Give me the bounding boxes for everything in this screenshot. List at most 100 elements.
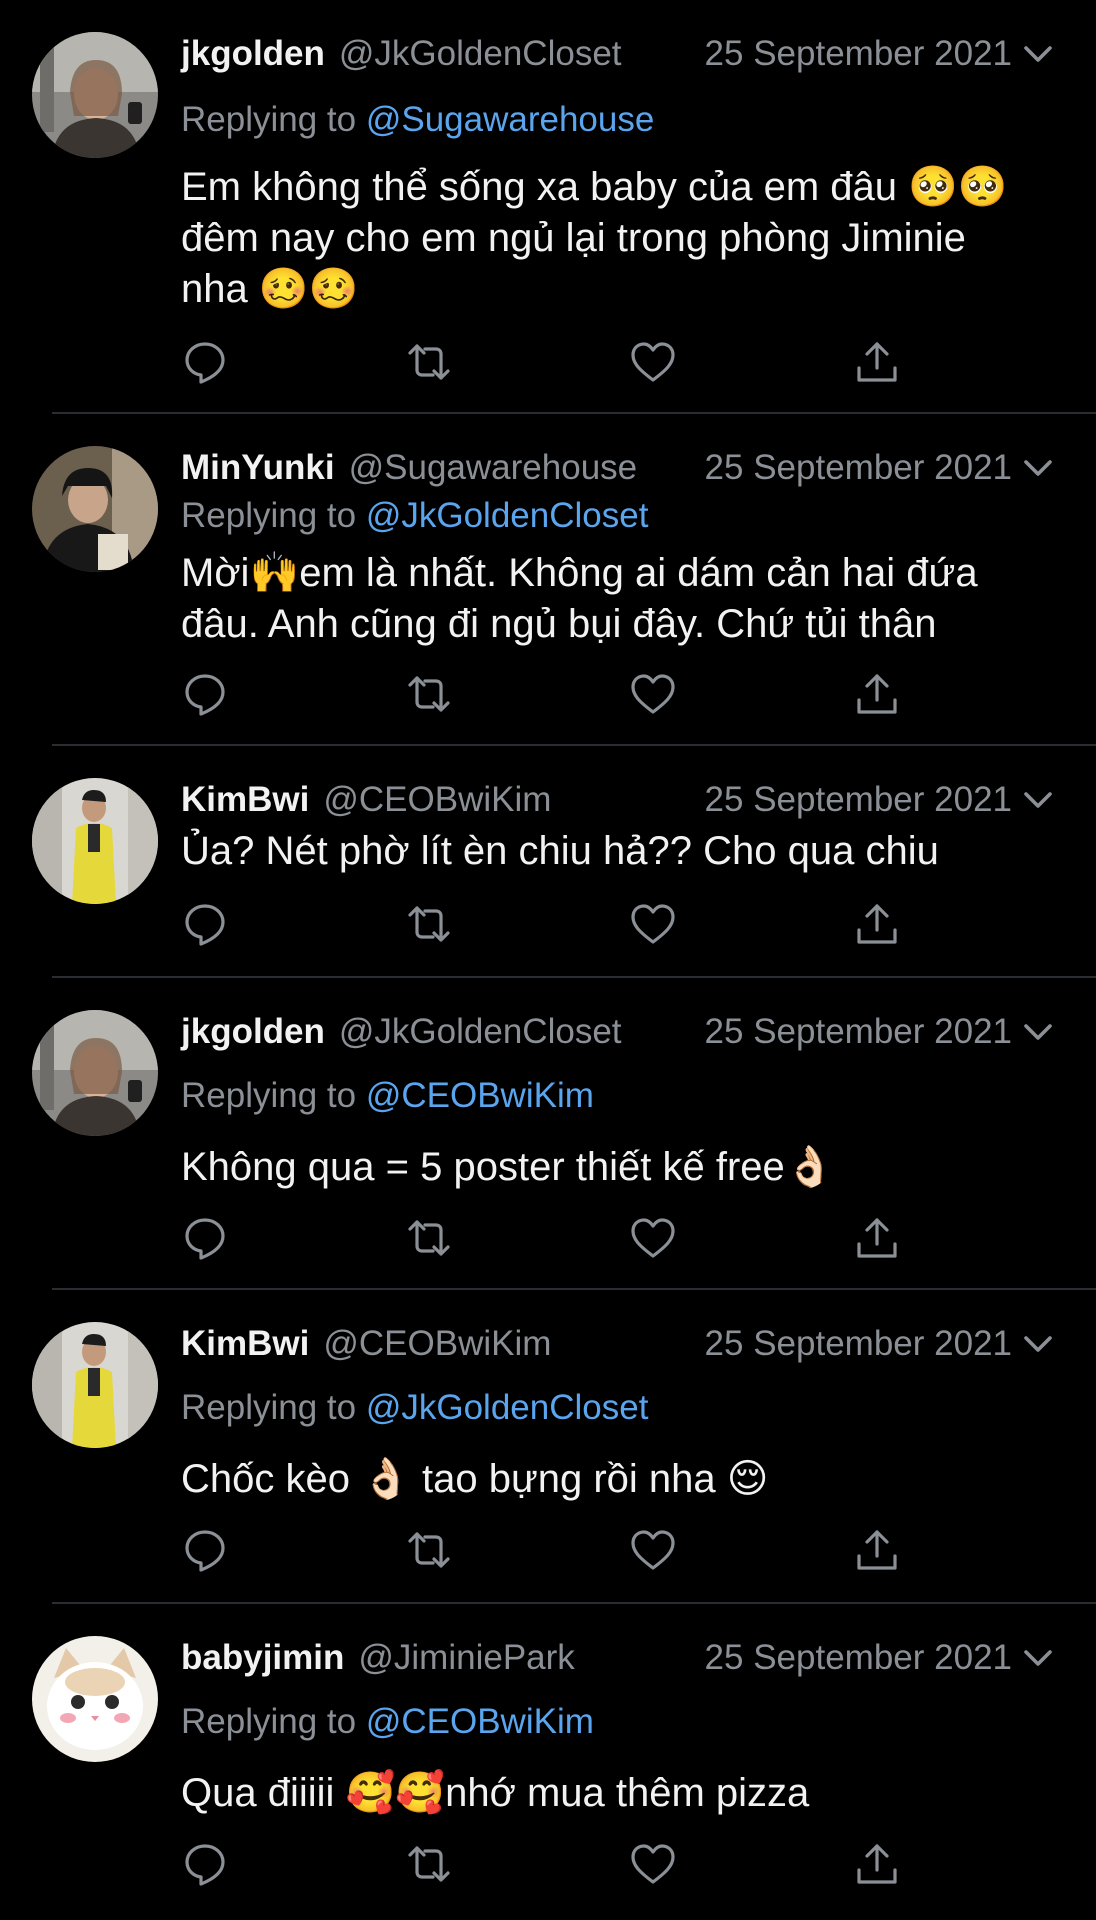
display-name[interactable]: jkgolden <box>181 34 325 74</box>
tweet-date[interactable]: 25 September 2021 <box>705 780 1012 820</box>
like-button[interactable] <box>629 900 677 948</box>
reply-icon <box>185 904 225 946</box>
share-icon <box>857 1844 897 1884</box>
share-button[interactable] <box>853 900 901 948</box>
mention-link[interactable]: @Sugawarehouse <box>366 100 655 139</box>
like-button[interactable] <box>629 1214 677 1262</box>
share-button[interactable] <box>853 1526 901 1574</box>
share-button[interactable] <box>853 338 901 386</box>
like-icon <box>631 904 675 944</box>
tweet-date[interactable]: 25 September 2021 <box>705 1012 1012 1052</box>
tweet[interactable]: MinYunki @Sugawarehouse 25 September 202… <box>0 414 1096 746</box>
tweet-text: Không qua = 5 poster thiết kế free👌🏻 <box>181 1145 835 1189</box>
mention-link[interactable]: @CEOBwiKim <box>366 1076 594 1115</box>
avatar-image <box>32 1322 158 1448</box>
share-icon <box>857 1530 897 1570</box>
avatar[interactable] <box>32 778 158 904</box>
user-handle[interactable]: @JiminiePark <box>358 1638 694 1678</box>
tweet-date[interactable]: 25 September 2021 <box>705 448 1012 488</box>
share-button[interactable] <box>853 1214 901 1262</box>
avatar[interactable] <box>32 1636 158 1762</box>
reply-button[interactable] <box>181 338 229 386</box>
like-button[interactable] <box>629 1840 677 1888</box>
like-icon <box>631 1218 675 1258</box>
avatar-image <box>32 32 158 158</box>
replying-label: Replying to <box>181 1076 366 1115</box>
replying-to: Replying to @Sugawarehouse <box>181 100 654 140</box>
replying-to: Replying to @JkGoldenCloset <box>181 1388 648 1428</box>
user-handle[interactable]: @CEOBwiKim <box>323 780 694 820</box>
tweet[interactable]: jkgolden @JkGoldenCloset 25 September 20… <box>0 978 1096 1290</box>
avatar-image <box>32 778 158 904</box>
tweet-date[interactable]: 25 September 2021 <box>705 34 1012 74</box>
retweet-icon <box>408 906 450 942</box>
display-name[interactable]: jkgolden <box>181 1012 325 1052</box>
tweet[interactable]: KimBwi @CEOBwiKim 25 September 2021 Repl… <box>0 1290 1096 1604</box>
mention-link[interactable]: @JkGoldenCloset <box>366 1388 649 1427</box>
like-button[interactable] <box>629 670 677 718</box>
tweet[interactable]: KimBwi @CEOBwiKim 25 September 2021 Ủa? … <box>0 746 1096 978</box>
avatar[interactable] <box>32 1322 158 1448</box>
tweet-header: jkgolden @JkGoldenCloset 25 September 20… <box>181 32 1056 76</box>
reply-button[interactable] <box>181 1214 229 1262</box>
retweet-icon <box>408 344 450 380</box>
share-icon <box>857 674 897 714</box>
replying-label: Replying to <box>181 1702 366 1741</box>
user-handle[interactable]: @JkGoldenCloset <box>339 1012 695 1052</box>
reply-button[interactable] <box>181 1840 229 1888</box>
chevron-down-icon[interactable] <box>1020 782 1056 818</box>
avatar[interactable] <box>32 446 158 572</box>
share-icon <box>857 342 897 382</box>
user-handle[interactable]: @JkGoldenCloset <box>339 34 695 74</box>
mention-link[interactable]: @JkGoldenCloset <box>366 496 649 535</box>
replying-label: Replying to <box>181 100 366 139</box>
retweet-button[interactable] <box>405 900 453 948</box>
like-button[interactable] <box>629 338 677 386</box>
chevron-down-icon[interactable] <box>1020 1014 1056 1050</box>
tweet-header: jkgolden @JkGoldenCloset 25 September 20… <box>181 1010 1056 1054</box>
share-button[interactable] <box>853 670 901 718</box>
tweet-actions <box>181 338 901 386</box>
avatar[interactable] <box>32 1010 158 1136</box>
retweet-icon <box>408 1220 450 1256</box>
chevron-down-icon[interactable] <box>1020 1326 1056 1362</box>
tweet-actions <box>181 1214 901 1262</box>
display-name[interactable]: babyjimin <box>181 1638 344 1678</box>
reply-button[interactable] <box>181 900 229 948</box>
like-button[interactable] <box>629 1526 677 1574</box>
tweet-header: babyjimin @JiminiePark 25 September 2021 <box>181 1636 1056 1680</box>
tweet[interactable]: jkgolden @JkGoldenCloset 25 September 20… <box>0 0 1096 414</box>
chevron-down-icon[interactable] <box>1020 36 1056 72</box>
replying-to: Replying to @CEOBwiKim <box>181 1076 594 1116</box>
tweet-actions <box>181 1840 901 1888</box>
chevron-down-icon[interactable] <box>1020 1640 1056 1676</box>
reply-button[interactable] <box>181 1526 229 1574</box>
tweet[interactable]: babyjimin @JiminiePark 25 September 2021… <box>0 1604 1096 1920</box>
retweet-button[interactable] <box>405 338 453 386</box>
avatar-image <box>32 1010 158 1136</box>
display-name[interactable]: MinYunki <box>181 448 335 488</box>
share-icon <box>857 1218 897 1258</box>
retweet-button[interactable] <box>405 1214 453 1262</box>
display-name[interactable]: KimBwi <box>181 1324 309 1364</box>
reply-button[interactable] <box>181 670 229 718</box>
user-handle[interactable]: @CEOBwiKim <box>323 1324 694 1364</box>
chevron-down-icon[interactable] <box>1020 450 1056 486</box>
display-name[interactable]: KimBwi <box>181 780 309 820</box>
tweet-date[interactable]: 25 September 2021 <box>705 1638 1012 1678</box>
retweet-icon <box>408 1846 450 1882</box>
retweet-button[interactable] <box>405 1526 453 1574</box>
reply-icon <box>185 1530 225 1572</box>
retweet-button[interactable] <box>405 1840 453 1888</box>
avatar-image <box>32 446 158 572</box>
share-button[interactable] <box>853 1840 901 1888</box>
replying-to: Replying to @JkGoldenCloset <box>181 496 648 536</box>
user-handle[interactable]: @Sugawarehouse <box>349 448 695 488</box>
tweet-header: KimBwi @CEOBwiKim 25 September 2021 <box>181 1322 1056 1366</box>
retweet-icon <box>408 676 450 712</box>
tweet-date[interactable]: 25 September 2021 <box>705 1324 1012 1364</box>
retweet-button[interactable] <box>405 670 453 718</box>
replying-label: Replying to <box>181 1388 366 1427</box>
avatar[interactable] <box>32 32 158 158</box>
mention-link[interactable]: @CEOBwiKim <box>366 1702 594 1741</box>
